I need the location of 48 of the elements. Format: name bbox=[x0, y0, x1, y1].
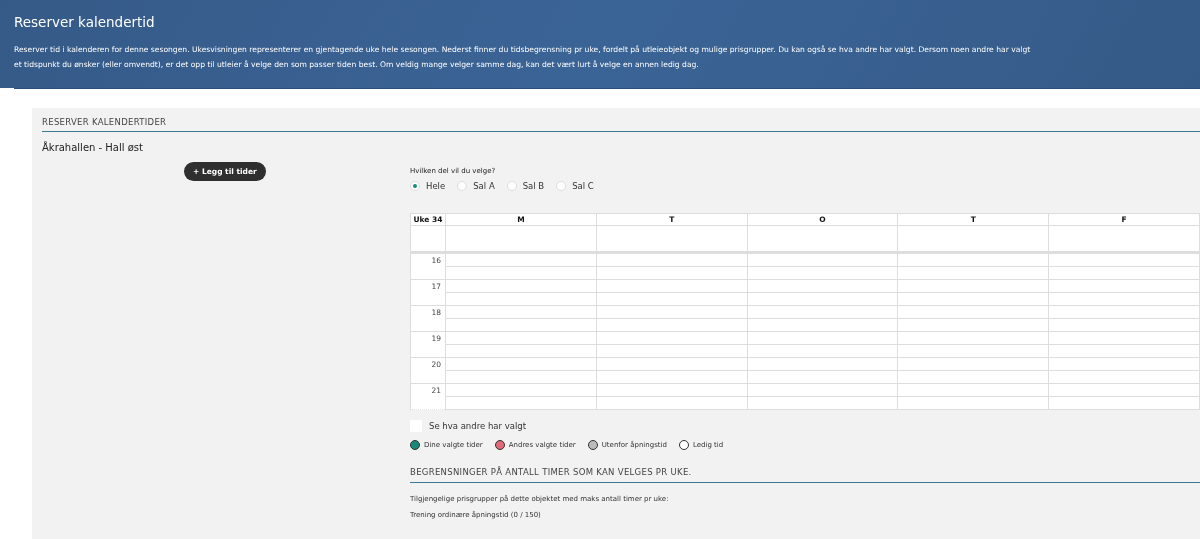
calendar-cell[interactable] bbox=[747, 225, 898, 253]
calendar-cell[interactable] bbox=[1048, 318, 1200, 332]
calendar-cell[interactable] bbox=[747, 396, 898, 410]
calendar-cell[interactable] bbox=[445, 292, 597, 306]
calendar-cell[interactable] bbox=[1048, 344, 1200, 358]
radio-label[interactable]: Sal C bbox=[572, 181, 594, 191]
calendar-cell[interactable] bbox=[445, 266, 597, 280]
calendar-cell[interactable] bbox=[1048, 396, 1200, 410]
calendar-cell[interactable] bbox=[747, 370, 898, 384]
calendar-cell[interactable] bbox=[596, 266, 748, 280]
calendar-cell[interactable] bbox=[445, 396, 597, 410]
calendar-cell[interactable] bbox=[897, 318, 1049, 332]
calendar-cell[interactable] bbox=[445, 318, 597, 332]
limits-title: BEGRENSNINGER PÅ ANTALL TIMER SOM KAN VELGES PR UKE. bbox=[410, 464, 1200, 483]
radio-label[interactable]: Sal B bbox=[522, 181, 545, 191]
calendar-cell[interactable] bbox=[596, 396, 748, 410]
calendar-cell[interactable] bbox=[897, 292, 1049, 306]
calendar-cell[interactable] bbox=[596, 344, 748, 358]
calendar-cell[interactable] bbox=[747, 344, 898, 358]
calendar-cell[interactable] bbox=[596, 292, 748, 306]
calendar-cell[interactable] bbox=[1048, 370, 1200, 384]
calendar-cell[interactable] bbox=[445, 344, 597, 358]
facility-name: Åkrahallen - Hall øst bbox=[42, 142, 144, 153]
calendar-cell[interactable] bbox=[1048, 225, 1200, 253]
calendar-cell[interactable] bbox=[1048, 266, 1200, 280]
checkbox-label[interactable]: Se hva andre har valgt bbox=[429, 421, 526, 431]
calendar-cell[interactable] bbox=[445, 370, 597, 384]
radio-button[interactable] bbox=[506, 181, 517, 191]
calendar-cell[interactable] bbox=[596, 318, 748, 332]
calendar-cell[interactable] bbox=[897, 370, 1049, 384]
calendar-cell[interactable] bbox=[897, 396, 1049, 410]
calendar-cell[interactable] bbox=[897, 266, 1049, 280]
radio-label[interactable]: Hele bbox=[426, 181, 446, 191]
calendar-cell[interactable] bbox=[897, 344, 1049, 358]
page-title: Reserver kalendertid bbox=[14, 14, 156, 30]
calendar-cell[interactable] bbox=[747, 266, 898, 280]
calendar-cell[interactable] bbox=[596, 370, 748, 384]
calendar-cell[interactable] bbox=[445, 225, 597, 253]
calendar-cell[interactable] bbox=[747, 292, 898, 306]
radio-button[interactable] bbox=[410, 181, 420, 191]
calendar-cell[interactable] bbox=[747, 318, 898, 332]
calendar-cell[interactable] bbox=[1048, 292, 1200, 306]
radio-button[interactable] bbox=[556, 181, 567, 191]
calendar-cell[interactable] bbox=[897, 225, 1049, 253]
radio-label[interactable]: Sal A bbox=[473, 181, 495, 191]
radio-button[interactable] bbox=[457, 181, 468, 191]
section-title: RESERVER KALENDERTIDER bbox=[42, 114, 1200, 132]
calendar-cell[interactable] bbox=[596, 225, 748, 253]
